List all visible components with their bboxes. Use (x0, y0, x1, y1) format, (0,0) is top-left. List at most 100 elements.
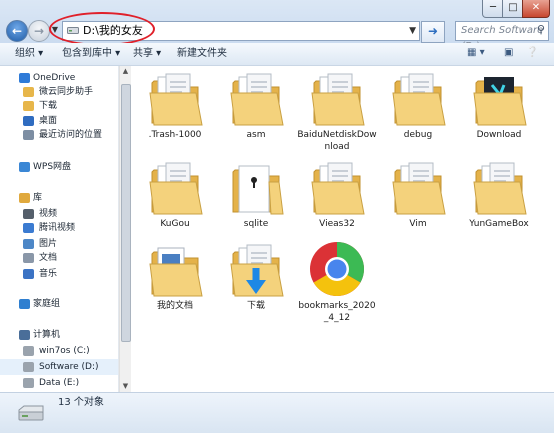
sidebar-item[interactable]: 文档 (0, 250, 118, 266)
folder-item[interactable]: KuGou (135, 158, 215, 244)
folder-icon (470, 158, 528, 216)
sidebar-item[interactable]: 家庭组 (0, 296, 118, 312)
sidebar-item[interactable]: 腾讯视频 (0, 220, 118, 236)
item-label: Download (476, 130, 522, 140)
sidebar-item[interactable]: 计算机 (0, 327, 118, 343)
arrow-right-icon: → (33, 24, 45, 38)
sidebar-item-label: 音乐 (39, 269, 58, 279)
sidebar-item-label: 文档 (39, 253, 58, 263)
folder-icon (23, 87, 34, 97)
sidebar-item-label: Software (D:) (39, 362, 99, 372)
go-button[interactable]: ➜ (421, 21, 445, 43)
library-icon (19, 193, 30, 203)
video-library-icon (23, 209, 34, 219)
file-view: .Trash-1000 asm BaiduNetdiskDownload debug D… (131, 66, 554, 392)
item-label: Vieas32 (319, 219, 355, 229)
back-button[interactable]: ← (6, 20, 28, 42)
sidebar-item-label: 最近访问的位置 (39, 130, 103, 140)
folder-icon (146, 69, 204, 127)
item-label: 我的文档 (156, 301, 193, 311)
sidebar-item[interactable]: 音乐 (0, 266, 118, 282)
tencent-video-icon (23, 223, 34, 233)
folder-icon (227, 240, 285, 298)
arrow-left-icon: ← (11, 24, 23, 38)
sidebar-item[interactable]: 下载 (0, 98, 118, 114)
folder-item[interactable]: 下载 (216, 240, 296, 326)
item-label: Vim (409, 219, 427, 229)
folder-icon (227, 158, 285, 216)
preview-pane-icon[interactable]: ▣ (504, 46, 513, 60)
sidebar-item-label: Data (E:) (39, 378, 80, 388)
item-label: bookmarks_2020_4_12 (298, 301, 376, 323)
search-input[interactable]: Search Software (D:) ⚲ (455, 21, 549, 52)
minimize-button[interactable]: ─ (482, 0, 504, 18)
recent-places-icon (23, 130, 34, 140)
folder-item[interactable]: asm (216, 69, 296, 155)
sidebar-item[interactable]: 库 (0, 190, 118, 206)
scrollbar-thumb[interactable] (121, 84, 131, 342)
drive-icon (23, 346, 34, 356)
folder-item[interactable]: .Trash-1000 (135, 69, 215, 155)
close-button[interactable]: ✕ (522, 0, 550, 18)
chrome-icon (308, 240, 366, 298)
folder-item[interactable]: Download (459, 69, 539, 155)
item-label: asm (246, 130, 266, 140)
folder-item[interactable]: sqlite (216, 158, 296, 244)
folder-icon (227, 69, 285, 127)
share-menu[interactable]: 共享 ▾ (133, 47, 161, 61)
nav-scrollbar[interactable]: ▲ ▼ (119, 66, 131, 392)
status-bar: 13 个对象 (0, 392, 554, 433)
organize-menu[interactable]: 组织 ▾ (15, 47, 43, 61)
sidebar-item-label: 下载 (39, 101, 58, 111)
folder-icon (389, 69, 447, 127)
sidebar-item[interactable]: WPS网盘 (0, 159, 118, 175)
folder-icon (308, 69, 366, 127)
sidebar-item-label: 计算机 (33, 330, 61, 340)
homegroup-icon (19, 299, 30, 309)
desktop-icon (23, 116, 34, 126)
window-controls: ─ □ ✕ (482, 0, 550, 18)
forward-button[interactable]: → (28, 20, 50, 42)
sidebar-item[interactable]: Data (E:) (0, 375, 118, 391)
sidebar-item-label: 库 (33, 193, 43, 203)
folder-icon (389, 158, 447, 216)
computer-icon (19, 330, 30, 340)
folder-item[interactable]: YunGameBox (459, 158, 539, 244)
maximize-button[interactable]: □ (502, 0, 524, 18)
scroll-down-icon[interactable]: ▼ (120, 381, 131, 392)
music-library-icon (23, 269, 34, 279)
sidebar-item-label: WPS网盘 (33, 162, 72, 172)
sidebar-item[interactable]: 最近访问的位置 (0, 127, 118, 143)
folder-icon (308, 158, 366, 216)
drive-icon (23, 362, 34, 372)
sidebar-item[interactable]: Software (D:) (0, 359, 118, 375)
item-label: YunGameBox (469, 219, 529, 229)
navigation-pane: OneDrive 微云同步助手 下载 桌面 最近访问的位置 WPS网盘库视频 腾讯视频 图片文… (0, 66, 119, 392)
arrow-right-icon: ➜ (427, 24, 439, 38)
folder-item[interactable]: Vim (378, 158, 458, 244)
cloud-icon (19, 73, 30, 83)
item-label: debug (403, 130, 433, 140)
help-icon[interactable]: ❔ (526, 46, 538, 60)
folder-item[interactable]: 我的文档 (135, 240, 215, 326)
cloud-icon (19, 162, 30, 172)
folder-item[interactable]: debug (378, 69, 458, 155)
documents-library-icon (23, 253, 34, 263)
new-folder-button[interactable]: 新建文件夹 (177, 47, 227, 61)
sidebar-item[interactable]: win7os (C:) (0, 343, 118, 359)
scroll-up-icon[interactable]: ▲ (120, 66, 131, 77)
magnifier-icon: ⚲ (536, 23, 545, 36)
sidebar-item-label: 腾讯视频 (39, 223, 76, 233)
command-bar: 组织 ▾ 包含到库中 ▾ 共享 ▾ 新建文件夹 ▦ ▾ ▣ ❔ (0, 43, 554, 66)
drive-icon (23, 378, 34, 388)
folder-item[interactable]: BaiduNetdiskDownload (297, 69, 377, 155)
address-dropdown-icon[interactable]: ▼ (409, 23, 416, 39)
folder-icon (470, 69, 528, 127)
include-in-library-menu[interactable]: 包含到库中 ▾ (62, 47, 120, 61)
item-label: 下载 (246, 301, 265, 311)
annotation-ellipse (49, 12, 155, 46)
folder-item[interactable]: Vieas32 (297, 158, 377, 244)
file-item[interactable]: bookmarks_2020_4_12 (297, 240, 377, 326)
item-label: .Trash-1000 (148, 130, 202, 140)
view-options-icon[interactable]: ▦ ▾ (467, 46, 485, 60)
